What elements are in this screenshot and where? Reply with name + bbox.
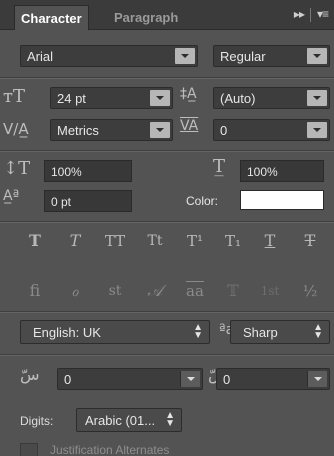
tracking-icon: VA <box>180 118 199 134</box>
all-caps-button[interactable]: TT <box>100 228 130 254</box>
character-panel: Character Paragraph ▸▸ ▾≡ Arial Regular ᴛ… <box>0 0 334 456</box>
small-caps-button[interactable]: Tt <box>140 228 170 254</box>
baseline-shift-field[interactable]: 0 pt <box>44 190 132 212</box>
discretionary-ligatures-button[interactable]: ℴ <box>60 278 90 304</box>
diacritic-dropdown[interactable]: 0 <box>216 368 330 390</box>
divider <box>0 78 334 79</box>
font-style-value: Regular <box>220 49 266 64</box>
up-down-icon: ▲ ▼ <box>165 410 175 429</box>
chevron-down-icon <box>150 122 170 138</box>
digits-value: Arabic (01... <box>85 413 156 428</box>
chevron-down-icon <box>150 90 170 106</box>
horizontal-scale-icon: T̲ <box>213 156 226 177</box>
kerning-dropdown[interactable]: Metrics <box>50 119 173 141</box>
up-down-icon: ▲ ▼ <box>193 322 203 341</box>
divider <box>0 222 334 223</box>
anti-aliasing-dropdown[interactable]: Sharp ▲ ▼ <box>230 320 330 344</box>
contextual-alternates-button[interactable]: 𝕋 <box>218 278 248 304</box>
digits-label: Digits: <box>20 414 54 428</box>
font-family-value: Arial <box>27 49 54 64</box>
digits-dropdown[interactable]: Arabic (01... ▲ ▼ <box>76 408 182 432</box>
chevron-down-icon <box>175 48 195 64</box>
tab-paragraph[interactable]: Paragraph <box>108 5 184 30</box>
ordinals-button[interactable]: 1st <box>255 278 285 304</box>
stylistic-alternates-button[interactable]: st <box>100 278 130 304</box>
baseline-shift-icon: A̲ª <box>3 188 20 204</box>
chevron-down-icon <box>307 122 327 138</box>
font-size-value: 24 pt <box>57 91 86 106</box>
panel-tab-bar: Character Paragraph ▸▸ ▾≡ <box>0 0 334 30</box>
leading-dropdown[interactable]: (Auto) <box>213 87 330 109</box>
color-label: Color: <box>186 194 219 208</box>
swash-button[interactable]: 𝒜 <box>140 278 170 304</box>
collapse-panel-icon[interactable]: ▸▸ <box>294 7 305 21</box>
anti-aliasing-value: Sharp <box>243 325 278 340</box>
font-family-dropdown[interactable]: Arial <box>20 45 198 67</box>
justification-alternates-checkbox[interactable] <box>20 443 38 456</box>
font-size-icon: ᴛT <box>3 86 25 107</box>
tracking-value: 0 <box>220 123 228 138</box>
chevron-down-icon <box>307 371 327 387</box>
subscript-button[interactable]: T₁ <box>218 228 248 254</box>
horizontal-scale-value: 100% <box>247 165 278 179</box>
leading-value: (Auto) <box>220 91 256 106</box>
fractions-button[interactable]: ½ <box>295 278 325 304</box>
chevron-down-icon <box>180 371 200 387</box>
baseline-shift-value: 0 pt <box>51 195 72 209</box>
kerning-value: Metrics <box>57 123 99 138</box>
kashida-dropdown[interactable]: 0 <box>57 368 203 390</box>
leading-icon: ‡A̲ <box>180 86 197 102</box>
ligatures-button[interactable]: ﬁ <box>20 278 50 304</box>
up-down-icon: ▲ ▼ <box>313 322 323 341</box>
language-value: English: UK <box>33 325 101 340</box>
kashida-icon: سّ <box>20 365 40 384</box>
divider <box>0 151 334 152</box>
underline-button[interactable]: T <box>255 228 285 254</box>
superscript-button[interactable]: T¹ <box>180 228 210 254</box>
panel-menu-icon[interactable]: ▾≡ <box>317 7 329 21</box>
kashida-value: 0 <box>64 372 72 387</box>
vertical-scale-icon: ↕T <box>3 158 31 179</box>
font-size-dropdown[interactable]: 24 pt <box>50 87 173 109</box>
tab-character[interactable]: Character <box>14 5 89 30</box>
faux-italic-button[interactable]: T <box>60 228 90 254</box>
chevron-down-icon <box>307 48 327 64</box>
font-style-dropdown[interactable]: Regular <box>213 45 330 67</box>
diacritic-value: 0 <box>223 372 231 387</box>
tracking-dropdown[interactable]: 0 <box>213 119 330 141</box>
color-swatch[interactable] <box>240 190 324 210</box>
panel-menu[interactable]: ▸▸ ▾≡ <box>294 7 329 22</box>
horizontal-scale-field[interactable]: 100% <box>240 160 324 182</box>
kerning-icon: V/A̲ <box>3 120 29 138</box>
divider <box>0 355 334 356</box>
titling-alternates-button[interactable]: aa <box>180 278 210 304</box>
vertical-scale-field[interactable]: 100% <box>44 160 132 182</box>
vertical-scale-value: 100% <box>51 165 82 179</box>
strikethrough-button[interactable]: T <box>295 228 325 254</box>
tab-separator <box>309 7 311 22</box>
language-dropdown[interactable]: English: UK ▲ ▼ <box>20 320 210 344</box>
divider <box>0 312 334 313</box>
faux-bold-button[interactable]: T <box>20 228 50 254</box>
chevron-down-icon <box>307 90 327 106</box>
justification-alternates-label: Justification Alternates <box>50 443 170 456</box>
